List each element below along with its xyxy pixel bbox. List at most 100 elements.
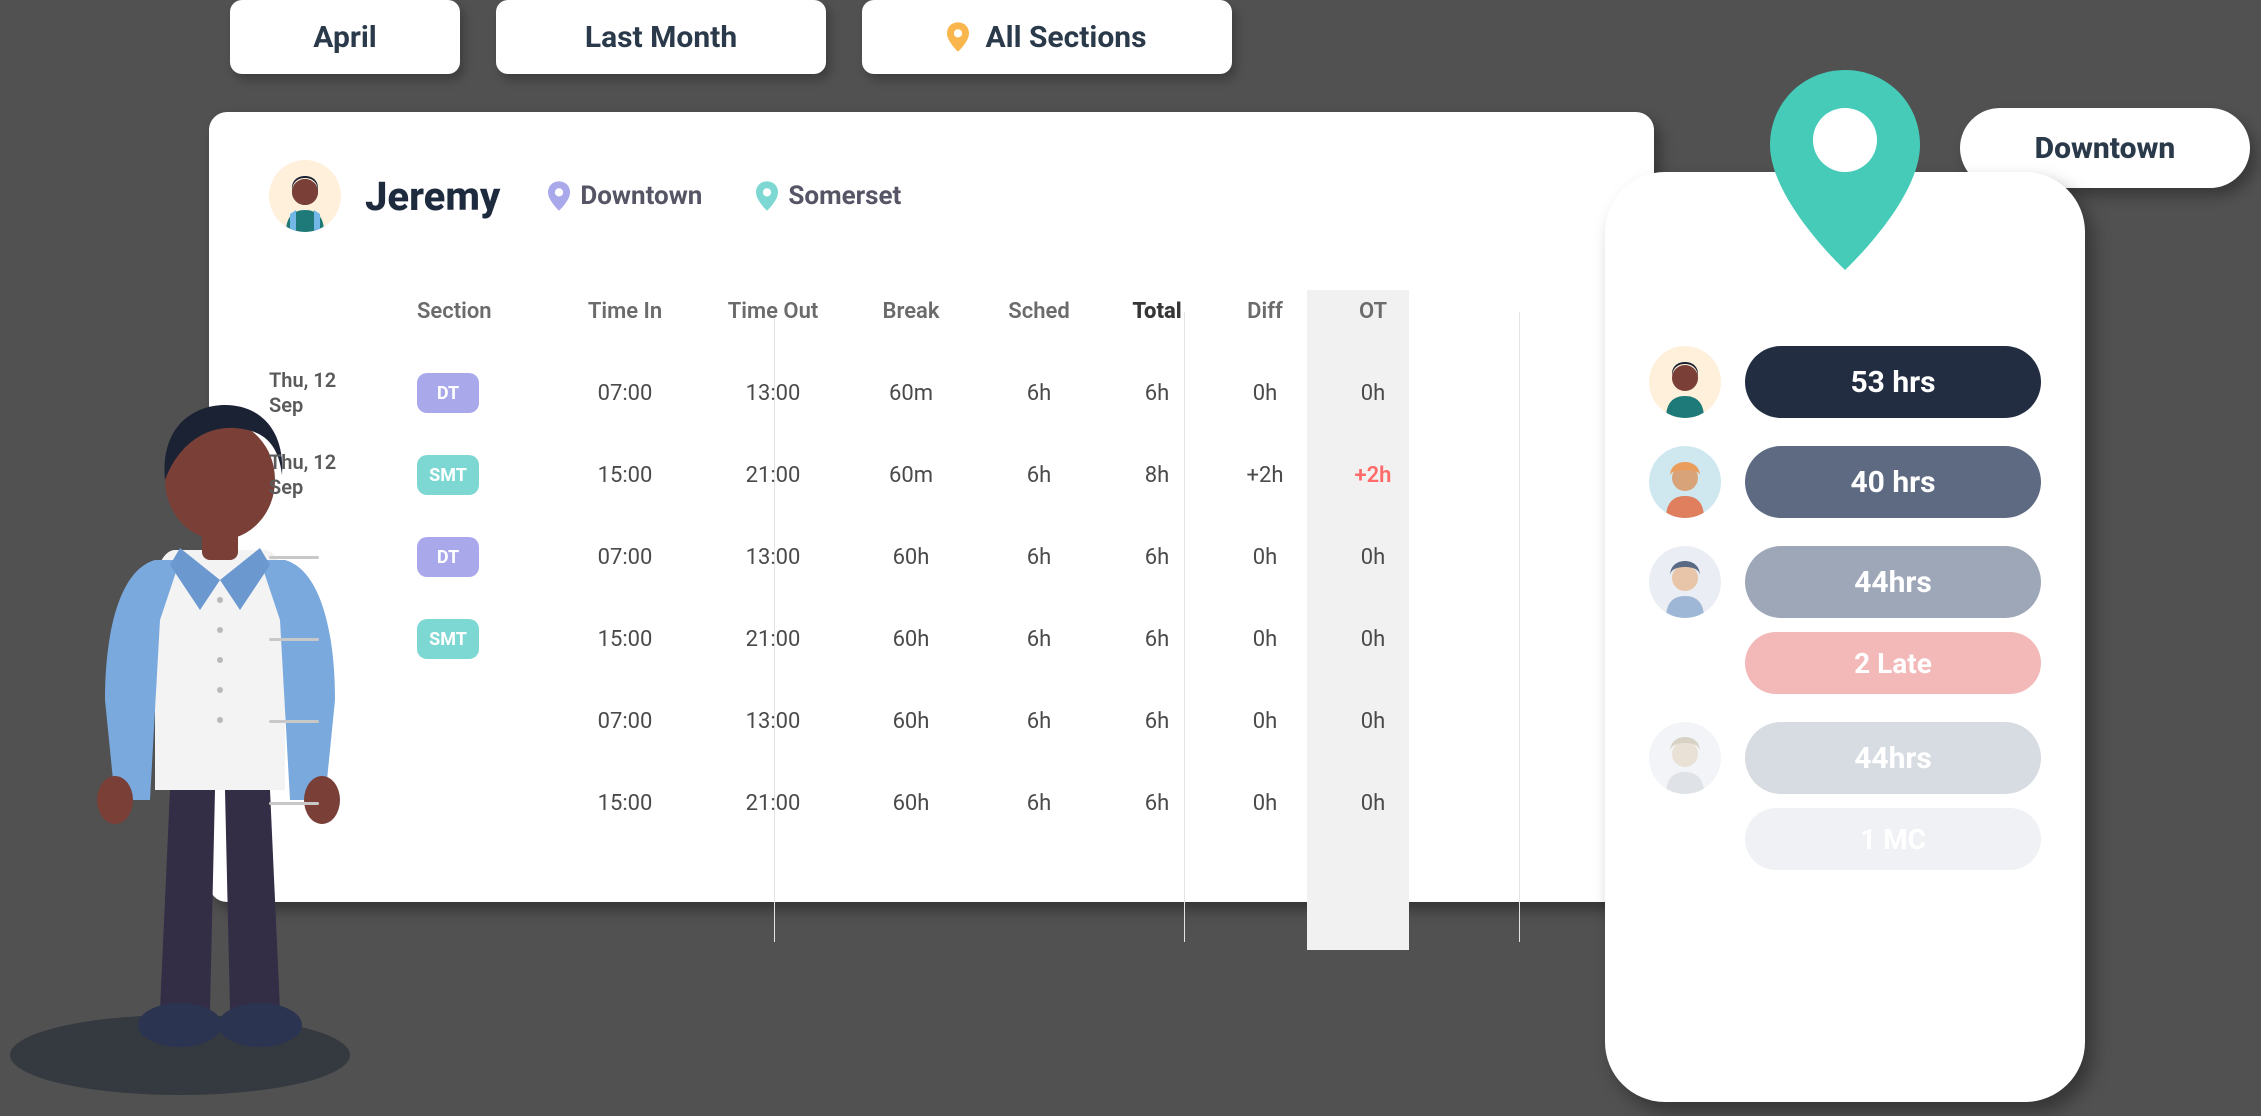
cell-total: 6h <box>1107 545 1207 570</box>
table-row[interactable]: 15:00 21:00 60h 6h 6h 0h 0h <box>269 768 1594 838</box>
cell-timein: 15:00 <box>555 791 695 816</box>
cell-break: 60h <box>851 545 971 570</box>
cell-date <box>269 802 409 805</box>
timesheet-header: Jeremy Downtown Somerset <box>269 160 1594 232</box>
table-row[interactable]: SMT15:0021:0060h6h6h0h0h <box>269 604 1594 674</box>
table-header-row: Section Time In Time Out Break Sched Tot… <box>269 276 1594 346</box>
cell-sched: 6h <box>979 463 1099 488</box>
location-callout-label: Downtown <box>2035 131 2176 166</box>
cell-break: 60h <box>851 627 971 652</box>
cell-diff: 0h <box>1215 545 1315 570</box>
cell-sched: 6h <box>979 381 1099 406</box>
cell-timeout: 13:00 <box>703 381 843 406</box>
hours-pill: 40 hrs <box>1745 446 2041 518</box>
location-chip-label: Somerset <box>788 181 901 211</box>
cell-date: Thu, 12Sep <box>269 368 409 418</box>
cell-total: 6h <box>1107 709 1207 734</box>
cell-timein: 07:00 <box>555 381 695 406</box>
location-pin-icon <box>756 181 778 211</box>
table-row[interactable]: 07:0013:0060h6h6h0h0h <box>269 686 1594 756</box>
cell-timeout: 21:00 <box>703 791 843 816</box>
cell-ot: 0h <box>1323 627 1423 652</box>
hours-pill: 44hrs <box>1745 546 2041 618</box>
cell-diff: +2h <box>1215 463 1315 488</box>
cell-timein: 15:00 <box>555 463 695 488</box>
cell-total: 6h <box>1107 791 1207 816</box>
sections-filter[interactable]: All Sections <box>862 0 1232 74</box>
table-row[interactable]: Thu, 12SepDT07:0013:0060m6h6h0h0h <box>269 358 1594 428</box>
table-row[interactable]: DT07:0013:0060h6h6h0h0h <box>269 522 1594 592</box>
location-marker-icon <box>1770 70 1920 270</box>
col-header-sched: Sched <box>979 299 1099 324</box>
staff-row[interactable]: 53 hrs <box>1649 346 2041 418</box>
period-filter[interactable]: Last Month <box>496 0 826 74</box>
cell-diff: 0h <box>1215 791 1315 816</box>
col-header-break: Break <box>851 299 971 324</box>
section-badge: DT <box>417 537 479 577</box>
cell-diff: 0h <box>1215 709 1315 734</box>
cell-timein: 07:00 <box>555 545 695 570</box>
cell-ot: 0h <box>1323 709 1423 734</box>
cell-break: 60m <box>851 463 971 488</box>
status-sub-pill: 2 Late <box>1745 632 2041 694</box>
date-rule <box>269 556 319 559</box>
staff-row-group: 44hrs 1 MC <box>1649 722 2041 870</box>
cell-total: 6h <box>1107 381 1207 406</box>
cell-ot: 0h <box>1323 791 1423 816</box>
section-badge: SMT <box>417 619 479 659</box>
filter-bar: April Last Month All Sections <box>230 0 1232 74</box>
status-sub-pill: 1 MC <box>1745 808 2041 870</box>
date-rule <box>269 638 319 641</box>
phone-staff-card: 53 hrs 40 hrs 44hrs 2 Late 44hrs 1 MC <box>1605 172 2085 1102</box>
staff-row[interactable]: 40 hrs <box>1649 446 2041 518</box>
staff-avatar <box>1649 546 1721 618</box>
section-badge: SMT <box>417 455 479 495</box>
cell-ot: 0h <box>1323 545 1423 570</box>
staff-row-group: 53 hrs <box>1649 346 2041 418</box>
cell-ot: +2h <box>1323 463 1423 488</box>
table-row[interactable]: Thu, 12SepSMT15:0021:0060m6h8h+2h+2h <box>269 440 1594 510</box>
cell-date <box>269 720 409 723</box>
location-chip-label: Downtown <box>580 181 702 211</box>
date-rule <box>269 720 319 723</box>
location-pin-icon <box>947 22 969 52</box>
staff-row-group: 44hrs 2 Late <box>1649 546 2041 694</box>
staff-row[interactable]: 44hrs <box>1649 722 2041 794</box>
staff-row[interactable]: 44hrs <box>1649 546 2041 618</box>
cell-section: SMT <box>417 455 547 495</box>
cell-section: DT <box>417 537 547 577</box>
timesheet-table: Section Time In Time Out Break Sched Tot… <box>269 276 1594 838</box>
cell-timeout: 13:00 <box>703 709 843 734</box>
cell-diff: 0h <box>1215 381 1315 406</box>
month-filter-label: April <box>313 20 376 55</box>
period-filter-label: Last Month <box>585 20 737 55</box>
staff-avatar <box>1649 346 1721 418</box>
col-header-timein: Time In <box>555 299 695 324</box>
staff-avatar <box>1649 722 1721 794</box>
location-chip-somerset[interactable]: Somerset <box>756 181 901 211</box>
cell-ot: 0h <box>1323 381 1423 406</box>
month-filter[interactable]: April <box>230 0 460 74</box>
col-header-timeout: Time Out <box>703 299 843 324</box>
cell-timein: 15:00 <box>555 627 695 652</box>
sections-filter-label: All Sections <box>985 20 1146 55</box>
cell-timeout: 21:00 <box>703 463 843 488</box>
cell-total: 8h <box>1107 463 1207 488</box>
cell-diff: 0h <box>1215 627 1315 652</box>
cell-sched: 6h <box>979 791 1099 816</box>
cell-sched: 6h <box>979 627 1099 652</box>
cell-break: 60h <box>851 791 971 816</box>
staff-avatar <box>1649 446 1721 518</box>
cell-break: 60m <box>851 381 971 406</box>
cell-timeout: 13:00 <box>703 545 843 570</box>
col-header-section: Section <box>417 299 547 324</box>
location-chip-downtown[interactable]: Downtown <box>548 181 702 211</box>
col-header-diff: Diff <box>1215 299 1315 324</box>
cell-date <box>269 638 409 641</box>
col-header-ot: OT <box>1323 299 1423 324</box>
date-rule <box>269 802 319 805</box>
hours-pill: 44hrs <box>1745 722 2041 794</box>
col-header-total: Total <box>1107 299 1207 324</box>
location-pin-icon <box>548 181 570 211</box>
cell-break: 60h <box>851 709 971 734</box>
